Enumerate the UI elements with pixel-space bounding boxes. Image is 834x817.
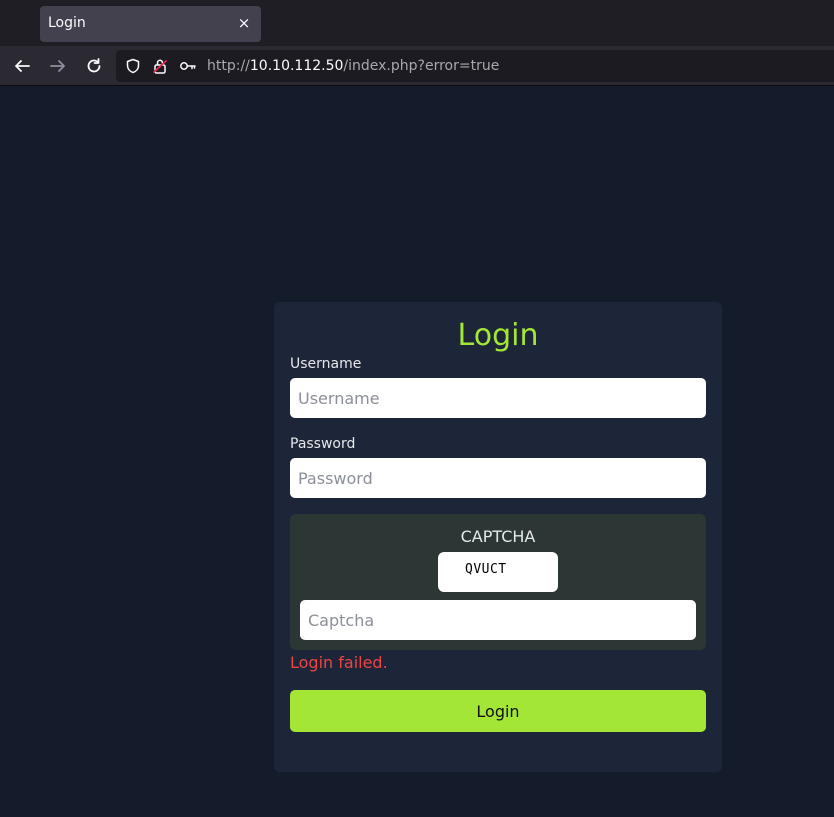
url-scheme: http:// <box>207 58 250 74</box>
password-input[interactable] <box>290 458 706 498</box>
page-title: Login <box>457 318 539 353</box>
captcha-input[interactable] <box>300 600 696 640</box>
insecure-lock-icon[interactable] <box>151 57 169 75</box>
close-icon[interactable]: × <box>235 14 253 32</box>
back-arrow-icon[interactable] <box>10 54 34 78</box>
captcha-box: CAPTCHA QVUCT <box>290 514 706 650</box>
username-input[interactable] <box>290 378 706 418</box>
url-bar[interactable]: http://10.10.112.50/index.php?error=true <box>116 50 834 82</box>
captcha-code: QVUCT <box>465 562 507 577</box>
url-host: 10.10.112.50 <box>249 58 344 74</box>
tab-login[interactable]: Login × <box>40 6 261 42</box>
reload-icon[interactable] <box>82 54 106 78</box>
nav-toolbar: http://10.10.112.50/index.php?error=true <box>0 46 834 86</box>
tab-title: Login <box>48 15 86 31</box>
shield-icon[interactable] <box>124 57 142 75</box>
captcha-title: CAPTCHA <box>460 527 536 546</box>
forward-arrow-icon[interactable] <box>46 54 70 78</box>
url-path: /index.php?error=true <box>343 58 500 74</box>
url-text: http://10.10.112.50/index.php?error=true <box>207 58 499 74</box>
captcha-image: QVUCT <box>438 552 558 592</box>
key-icon[interactable] <box>179 57 197 75</box>
tab-strip: Login × <box>0 0 834 46</box>
login-button[interactable]: Login <box>290 690 706 732</box>
error-message: Login failed. <box>290 653 388 672</box>
password-label: Password <box>290 436 356 452</box>
login-card: Login Username Password CAPTCHA QVUCT Lo… <box>274 302 722 772</box>
username-label: Username <box>290 356 362 372</box>
